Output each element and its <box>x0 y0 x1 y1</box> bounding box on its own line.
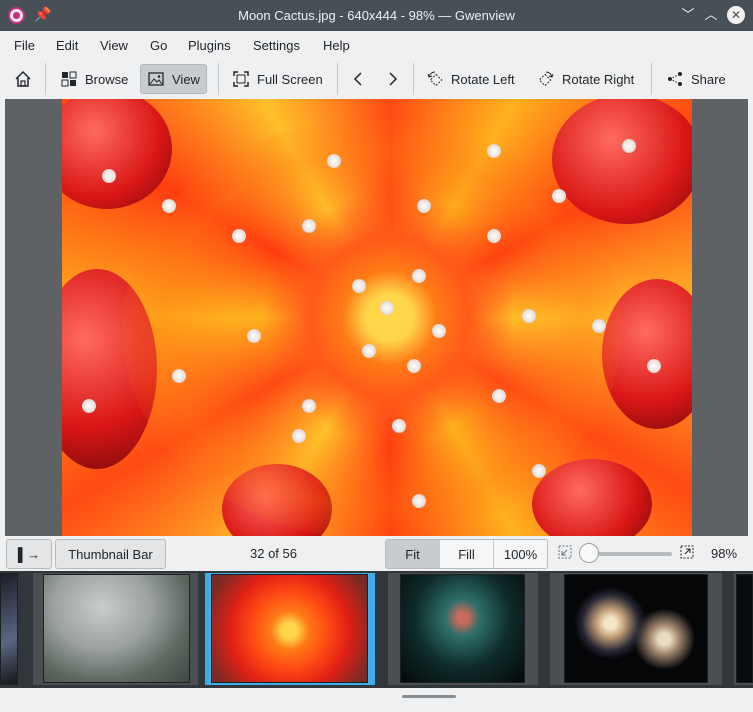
maximize-icon[interactable]: ︿ <box>702 6 720 24</box>
zoom-slider-handle[interactable] <box>579 543 599 563</box>
fit-button[interactable]: Fit <box>386 540 440 568</box>
toolbar-separator <box>337 63 338 95</box>
next-button[interactable] <box>377 64 407 94</box>
nebula-thumbnail <box>400 574 525 683</box>
zoom-in-icon[interactable] <box>680 545 694 559</box>
toolbar-separator <box>413 63 414 95</box>
status-bar: ▌→ Thumbnail Bar 32 of 56 Fit Fill 100% … <box>0 536 753 571</box>
galaxies-thumbnail <box>564 574 708 683</box>
sidebar-toggle-icon: ▌→ <box>17 546 41 562</box>
home-icon <box>15 70 31 87</box>
close-icon[interactable]: ✕ <box>727 6 745 24</box>
fullscreen-icon <box>233 71 249 87</box>
toolbar-separator <box>218 63 219 95</box>
home-button[interactable] <box>8 64 38 94</box>
resize-grip[interactable] <box>402 695 456 698</box>
share-label: Share <box>691 71 726 87</box>
zoom-100-button[interactable]: 100% <box>494 540 547 568</box>
misty-forest-thumbnail <box>43 574 190 683</box>
menu-settings[interactable]: Settings <box>253 38 300 53</box>
toolbar-separator <box>45 63 46 95</box>
thumbnail-item[interactable] <box>33 573 198 685</box>
window-title: Moon Cactus.jpg - 640x444 - 98% — Gwenvi… <box>238 8 515 23</box>
fill-button[interactable]: Fill <box>440 540 494 568</box>
rotate-right-icon <box>538 71 554 87</box>
moon-cactus-image <box>62 99 692 536</box>
menu-edit[interactable]: Edit <box>56 38 78 53</box>
zoom-level: 98% <box>711 546 738 561</box>
thumbnail-item[interactable] <box>0 573 20 685</box>
image-position: 32 of 56 <box>250 546 297 561</box>
fullscreen-label: Full Screen <box>257 71 323 87</box>
zoom-mode-group: Fit Fill 100% <box>385 539 548 569</box>
browse-label: Browse <box>85 71 129 87</box>
thumbnail-item-selected[interactable] <box>205 573 375 685</box>
thumbnail-item[interactable] <box>734 573 753 685</box>
browse-button[interactable]: Browse <box>54 64 134 94</box>
rotate-right-label: Rotate Right <box>562 71 635 87</box>
menu-go[interactable]: Go <box>150 38 167 53</box>
moon-cactus-thumbnail <box>211 574 368 683</box>
menu-plugins[interactable]: Plugins <box>188 38 231 53</box>
previous-button[interactable] <box>344 64 374 94</box>
rotate-left-button[interactable]: Rotate Left <box>420 64 521 94</box>
zoom-out-icon[interactable] <box>558 545 572 559</box>
chevron-left-icon <box>353 72 362 86</box>
menu-file[interactable]: File <box>14 38 35 53</box>
menu-bar: File Edit View Go Plugins Settings Help <box>0 31 753 59</box>
image-viewer[interactable] <box>5 99 748 536</box>
chevron-right-icon <box>389 72 398 86</box>
minimize-icon[interactable]: ﹀ <box>679 6 697 24</box>
main-toolbar: Browse View Full Screen Rotate Left Rota… <box>0 59 753 99</box>
thumbnail-item[interactable] <box>550 573 722 685</box>
rotate-left-label: Rotate Left <box>451 71 515 87</box>
bottom-bar <box>0 688 753 712</box>
thumbnail-bar <box>0 571 753 688</box>
title-bar: 📌 Moon Cactus.jpg - 640x444 - 98% — Gwen… <box>0 0 753 31</box>
thumbnail-item[interactable] <box>388 573 538 685</box>
grid-icon <box>61 71 77 87</box>
rotate-left-icon <box>427 71 443 87</box>
rotate-right-button[interactable]: Rotate Right <box>531 64 640 94</box>
menu-help[interactable]: Help <box>323 38 350 53</box>
thumbnail-bar-label: Thumbnail Bar <box>68 546 153 562</box>
fullscreen-button[interactable]: Full Screen <box>226 64 329 94</box>
view-button[interactable]: View <box>140 64 207 94</box>
share-icon <box>668 72 682 86</box>
share-button[interactable]: Share <box>660 64 732 94</box>
view-label: View <box>172 71 200 87</box>
thumbnail-bar-button[interactable]: Thumbnail Bar <box>55 539 166 569</box>
menu-view[interactable]: View <box>100 38 128 53</box>
image-icon <box>148 72 164 86</box>
toolbar-separator <box>651 63 652 95</box>
toggle-sidebar-button[interactable]: ▌→ <box>6 539 52 569</box>
